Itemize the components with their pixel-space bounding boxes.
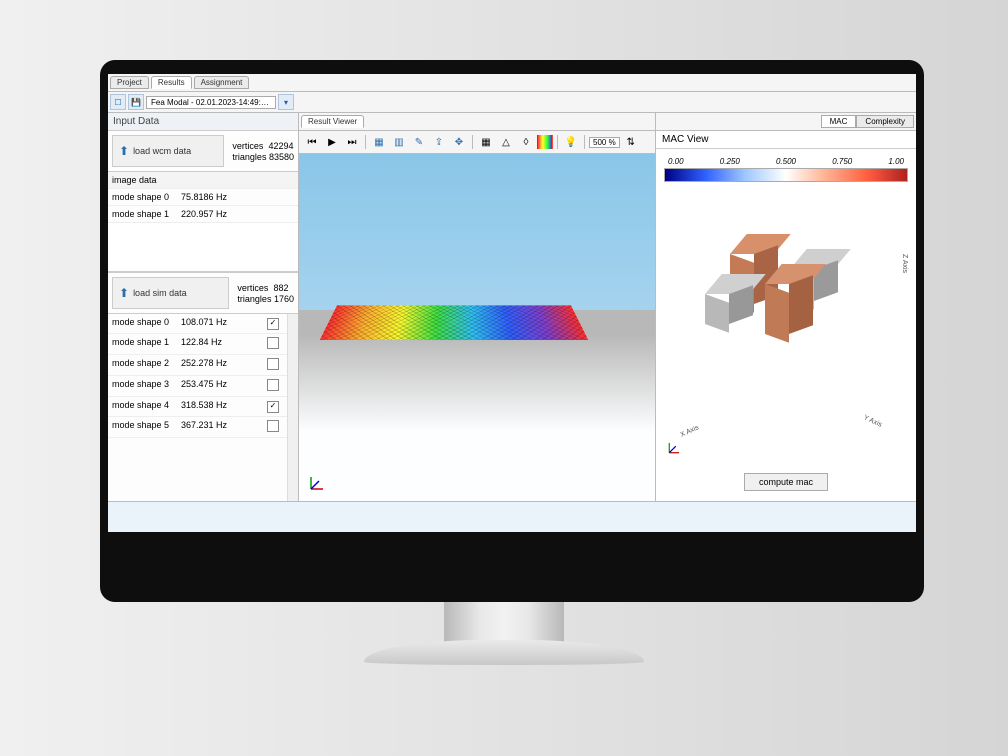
mac-3d-plot[interactable]: X Axis Y Axis Z Axis <box>660 194 912 465</box>
tab-assignment[interactable]: Assignment <box>194 76 250 89</box>
upload-icon: ⬆ <box>119 144 129 158</box>
axis-triad-icon <box>307 471 329 493</box>
solid-icon[interactable]: ◊ <box>517 133 535 151</box>
prev-frame-icon[interactable]: ⏮ <box>303 133 321 151</box>
monitor-frame: Project Results Assignment ☐ 💾 Fea Modal… <box>100 60 924 602</box>
zoom-field[interactable]: 500 % <box>589 137 620 148</box>
sim-mode-row[interactable]: mode shape 3 253.475 Hz <box>108 376 287 397</box>
play-icon[interactable]: ▶ <box>323 133 341 151</box>
mode-checkbox[interactable]: ✓ <box>267 318 279 330</box>
mode-freq: 220.957 Hz <box>181 209 294 219</box>
mode-checkbox[interactable] <box>267 379 279 391</box>
mode-name: mode shape 1 <box>112 337 177 351</box>
mode-name: mode shape 5 <box>112 420 177 434</box>
wireframe-icon[interactable]: △ <box>497 133 515 151</box>
tab-complexity[interactable]: Complexity <box>856 115 914 128</box>
wcm-stats: vertices 42294 triangles 83580 <box>228 131 298 171</box>
load-sim-label: load sim data <box>133 288 187 298</box>
mode-name: mode shape 0 <box>112 192 177 202</box>
mode-checkbox[interactable] <box>267 337 279 349</box>
tab-mac[interactable]: MAC <box>821 115 857 128</box>
wcm-mode-row[interactable]: mode shape 1 220.957 Hz <box>108 206 298 223</box>
new-icon[interactable]: ☐ <box>110 94 126 110</box>
export-icon[interactable]: ⇪ <box>430 133 448 151</box>
mode-freq: 108.071 Hz <box>181 317 263 330</box>
wcm-mode-row[interactable]: mode shape 0 75.8186 Hz <box>108 189 298 206</box>
next-frame-icon[interactable]: ⏭ <box>343 133 361 151</box>
mode-checkbox[interactable]: ✓ <box>267 401 279 413</box>
sim-stats: vertices 882 triangles 1760 <box>233 273 298 313</box>
sim-mode-row[interactable]: mode shape 4 318.538 Hz ✓ <box>108 397 287 417</box>
view1-icon[interactable]: ▦ <box>370 133 388 151</box>
tab-project[interactable]: Project <box>110 76 149 89</box>
tab-result-viewer[interactable]: Result Viewer <box>301 115 364 128</box>
primary-tab-bar: Project Results Assignment <box>108 74 916 92</box>
grid-icon[interactable]: ▦ <box>477 133 495 151</box>
tab-results[interactable]: Results <box>151 76 192 89</box>
mac-colorbar: 0.00 0.250 0.500 0.750 1.00 <box>656 149 916 190</box>
mac-view-title: MAC View <box>656 131 916 149</box>
mode-freq: 252.278 Hz <box>181 358 263 372</box>
sim-mode-row[interactable]: mode shape 0 108.071 Hz ✓ <box>108 314 287 334</box>
mesh-surface <box>320 305 589 340</box>
mode-name: mode shape 4 <box>112 400 177 413</box>
mode-freq: 75.8186 Hz <box>181 192 294 202</box>
mode-name: mode shape 0 <box>112 317 177 330</box>
edit-icon[interactable]: ✎ <box>410 133 428 151</box>
sim-mode-row[interactable]: mode shape 5 367.231 Hz <box>108 417 287 438</box>
mode-freq: 318.538 Hz <box>181 400 263 413</box>
result-dropdown[interactable]: Fea Modal - 02.01.2023-14:49:13 (f... <box>146 96 276 109</box>
dropdown-chevron-icon[interactable]: ▾ <box>278 94 294 110</box>
save-icon[interactable]: 💾 <box>128 94 144 110</box>
status-bar <box>108 501 916 532</box>
load-wcm-button[interactable]: ⬆ load wcm data <box>112 135 224 167</box>
bulb-icon[interactable]: 💡 <box>562 133 580 151</box>
viewer-toolbar: ⏮ ▶ ⏭ ▦ ▥ ✎ ⇪ ✥ ▦ △ ◊ <box>299 131 655 154</box>
mode-name: mode shape 1 <box>112 209 177 219</box>
mode-checkbox[interactable] <box>267 358 279 370</box>
axis-triad-icon <box>666 438 684 459</box>
mode-name: mode shape 2 <box>112 358 177 372</box>
screen: Project Results Assignment ☐ 💾 Fea Modal… <box>108 74 916 532</box>
sim-mode-row[interactable]: mode shape 2 252.278 Hz <box>108 355 287 376</box>
mode-freq: 253.475 Hz <box>181 379 263 393</box>
mode-name: mode shape 3 <box>112 379 177 393</box>
result-viewer-3d[interactable] <box>299 154 655 501</box>
image-data-header: image data <box>108 172 298 189</box>
view2-icon[interactable]: ▥ <box>390 133 408 151</box>
mode-checkbox[interactable] <box>267 420 279 432</box>
color-icon[interactable] <box>537 135 553 149</box>
sim-modes-scrollbar[interactable] <box>287 314 298 501</box>
mode-freq: 122.84 Hz <box>181 337 263 351</box>
input-data-header: Input Data <box>108 113 298 131</box>
mode-freq: 367.231 Hz <box>181 420 263 434</box>
move-icon[interactable]: ✥ <box>450 133 468 151</box>
load-wcm-label: load wcm data <box>133 146 191 156</box>
zoom-stepper-icon[interactable]: ⇅ <box>622 133 640 151</box>
sim-mode-row[interactable]: mode shape 1 122.84 Hz <box>108 334 287 355</box>
compute-mac-button[interactable]: compute mac <box>744 473 828 491</box>
upload-icon: ⬆ <box>119 286 129 300</box>
load-sim-button[interactable]: ⬆ load sim data <box>112 277 229 309</box>
